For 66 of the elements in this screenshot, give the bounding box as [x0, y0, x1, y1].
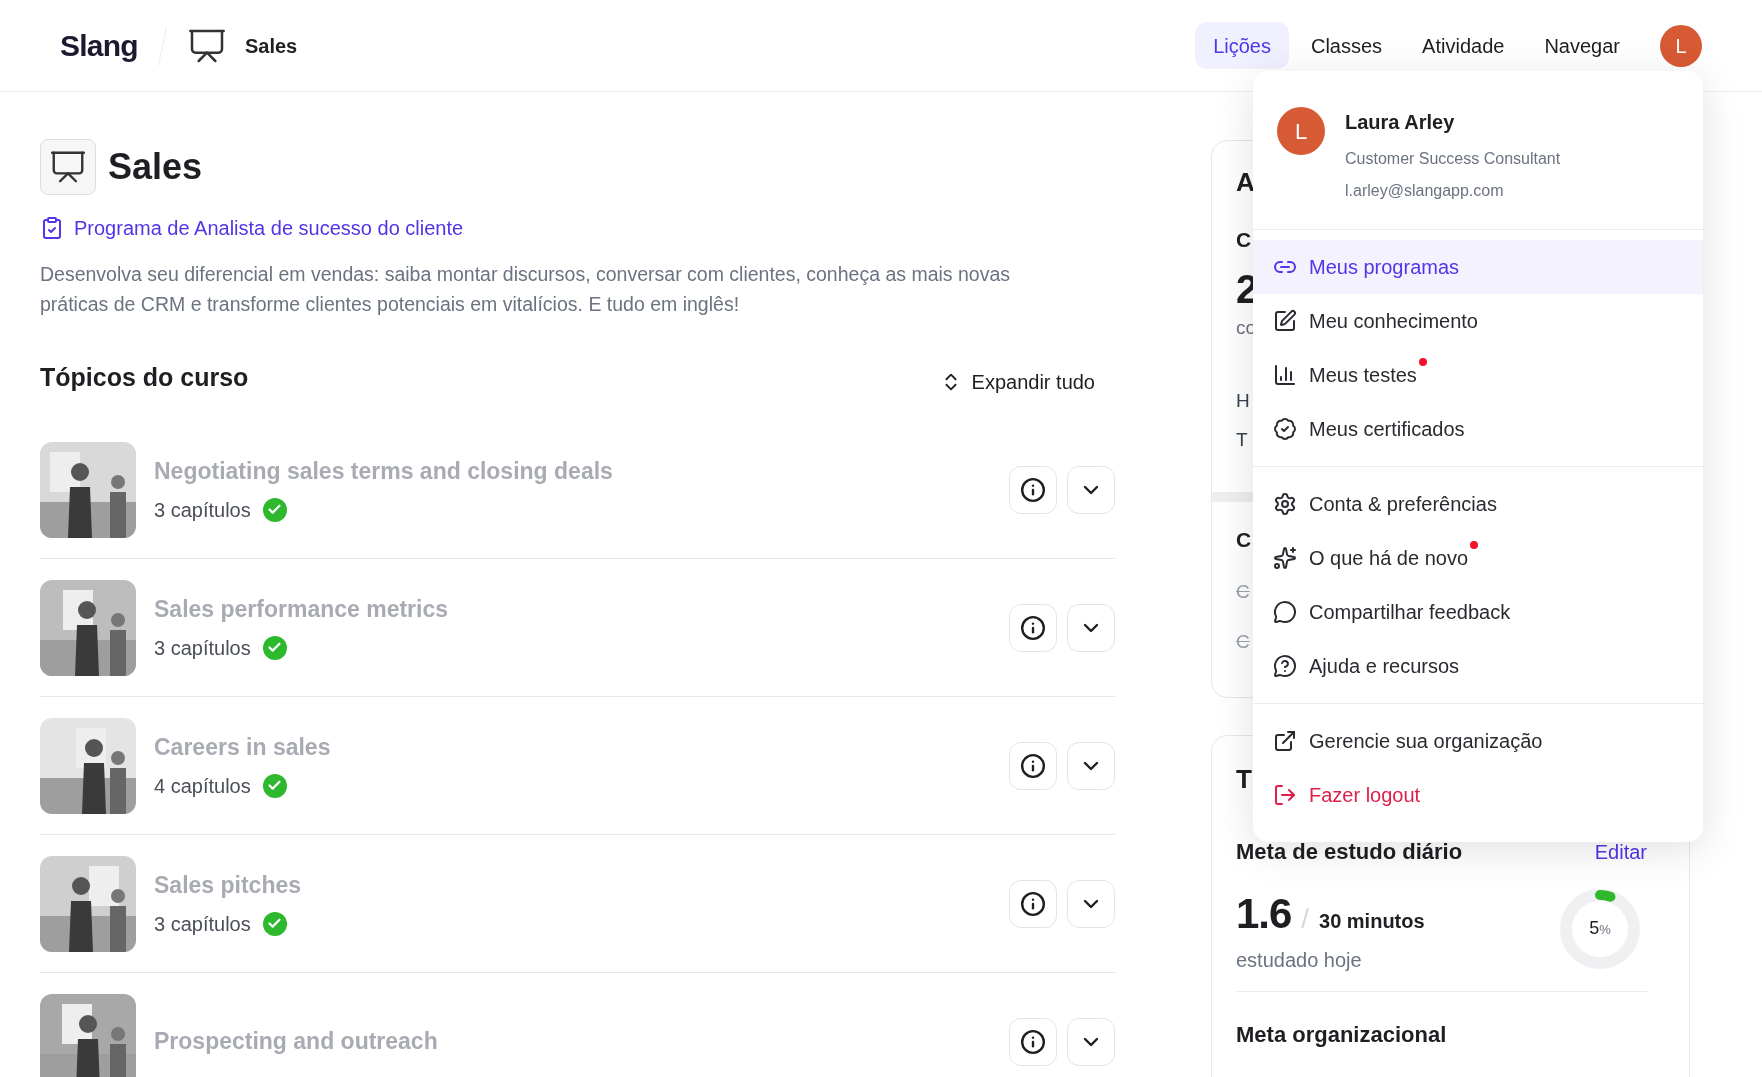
- menu-item[interactable]: Ajuda e recursos: [1253, 639, 1703, 693]
- menu-item[interactable]: Gerencie sua organização: [1253, 714, 1703, 768]
- card-heading: C: [1236, 527, 1252, 553]
- course-title: Sales: [108, 145, 203, 189]
- goal-target: 30 minutos: [1319, 909, 1425, 934]
- badge-check-icon: [1273, 417, 1297, 441]
- chat-bubble-icon: [1273, 600, 1297, 624]
- logout-icon: [1273, 783, 1297, 807]
- info-icon: [1020, 476, 1046, 503]
- sparkles-icon: [1273, 546, 1297, 570]
- settings-icon: [1273, 492, 1297, 516]
- card-title: A: [1236, 166, 1255, 199]
- goal-title: Meta de estudo diário: [1236, 838, 1463, 866]
- nav-tab[interactable]: Atividade: [1404, 22, 1523, 69]
- goal-value: 1.6: [1236, 889, 1292, 939]
- menu-item[interactable]: Fazer logout: [1253, 768, 1703, 822]
- external-link-icon: [1273, 729, 1297, 753]
- percent-sign: %: [1599, 922, 1611, 940]
- chapter-count: 3 capítulos: [154, 497, 251, 523]
- nav-tab[interactable]: Classes: [1292, 22, 1401, 69]
- avatar[interactable]: L: [1660, 24, 1702, 67]
- card-text: T: [1236, 427, 1248, 452]
- info-button[interactable]: [1009, 465, 1057, 514]
- edit-icon: [1273, 309, 1297, 333]
- menu-item[interactable]: Meu conhecimento: [1253, 294, 1703, 348]
- help-icon: [1273, 654, 1297, 678]
- user-role: Customer Success Consultant: [1345, 149, 1561, 169]
- card-title: T: [1236, 763, 1252, 796]
- card-text: H: [1236, 389, 1250, 413]
- menu-item[interactable]: Compartilhar feedback: [1253, 585, 1703, 639]
- info-icon: [1020, 890, 1046, 917]
- menu-item[interactable]: Meus certificados: [1253, 402, 1703, 456]
- card-heading: C: [1236, 227, 1252, 253]
- goal-caption: estudado hoje: [1236, 948, 1363, 973]
- percent-value: 5: [1589, 917, 1600, 940]
- nav-tab[interactable]: Navegar: [1526, 22, 1638, 69]
- menu-item[interactable]: O que há de novo: [1253, 531, 1703, 585]
- info-button[interactable]: [1009, 603, 1057, 652]
- section-heading: Meta organizacional: [1236, 1021, 1448, 1049]
- nav-tab[interactable]: Lições: [1195, 22, 1289, 69]
- program-link[interactable]: Programa de Analista de sucesso do cliente: [74, 213, 464, 243]
- user-email: l.arley@slangapp.com: [1345, 181, 1505, 201]
- breadcrumb-title: Sales: [244, 33, 298, 59]
- struck-text: C: [1236, 579, 1250, 604]
- info-button[interactable]: [1009, 741, 1057, 790]
- menu-item[interactable]: Conta & preferências: [1253, 477, 1703, 531]
- chapter-count: 4 capítulos: [154, 773, 251, 799]
- separator: /: [1301, 902, 1310, 936]
- menu-item[interactable]: Meus testes: [1253, 348, 1703, 402]
- avatar: L: [1277, 107, 1325, 155]
- course-description: Desenvolva seu diferencial em vendas: saiba montar discursos, conversar com clientes, conheça as mais novas práticas de CRM e transforme clientes potenciais em vitalícios. E tudo em inglês!: [40, 262, 1012, 317]
- bar-chart-icon: [1273, 363, 1297, 387]
- info-icon: [1020, 752, 1046, 779]
- logo[interactable]: Slang: [60, 23, 138, 68]
- info-button[interactable]: [1009, 879, 1057, 928]
- info-button[interactable]: [1009, 1017, 1057, 1066]
- info-icon: [1020, 614, 1046, 641]
- chapter-count: 3 capítulos: [154, 911, 251, 937]
- section-heading: Tópicos do curso: [40, 362, 249, 394]
- expand-all-button[interactable]: Expandir tudo: [939, 367, 1095, 397]
- clipboard-check-icon: [40, 216, 64, 240]
- chapter-count: 3 capítulos: [154, 635, 251, 661]
- struck-text: C: [1236, 630, 1250, 654]
- menu-item[interactable]: Meus programas: [1253, 240, 1703, 294]
- info-icon: [1020, 1028, 1046, 1055]
- user-name: Laura Arley: [1345, 110, 1456, 135]
